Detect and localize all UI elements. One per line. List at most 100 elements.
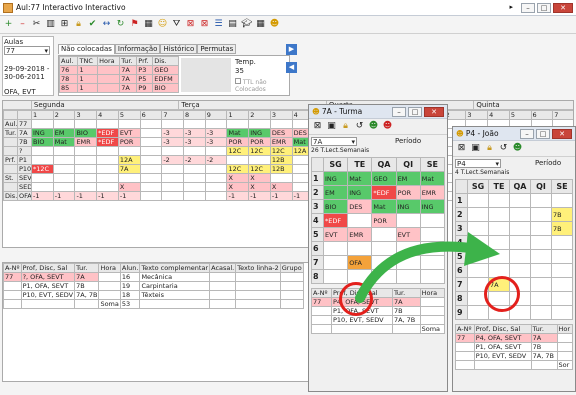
schedule-cell[interactable] [74, 146, 98, 156]
schedule-cell[interactable] [226, 119, 250, 129]
schedule-cell[interactable]: ING [322, 171, 349, 186]
schedule-cell[interactable] [139, 155, 163, 165]
schedule-cell[interactable]: EM [395, 171, 421, 186]
schedule-cell[interactable] [74, 173, 98, 183]
tab-historico[interactable]: Histórico [160, 44, 198, 54]
schedule-cell[interactable]: -2 [183, 155, 206, 165]
schedule-cell[interactable]: POR [248, 137, 271, 147]
schedule-cell[interactable] [74, 164, 98, 174]
schedule-cell[interactable]: BIO [31, 137, 54, 147]
schedule-cell[interactable]: 7A [117, 164, 141, 174]
schedule-cell[interactable] [31, 173, 54, 183]
schedule-cell[interactable]: 12A [117, 155, 141, 165]
x-grid-icon[interactable]: ⊠ [185, 19, 196, 30]
people-icon[interactable]: ☻ [269, 19, 280, 30]
schedule-cell[interactable] [509, 249, 531, 264]
schedule-cell[interactable]: 12C [248, 146, 271, 156]
table-row[interactable]: 78 1 7A P5 EDFM [59, 74, 179, 84]
turma-select[interactable]: 7A ▾ [311, 137, 357, 146]
nav-next-button[interactable]: ▶ [286, 44, 297, 55]
schedule-cell[interactable] [139, 137, 163, 147]
schedule-cell[interactable]: ING [395, 199, 421, 214]
smiley-icon[interactable]: ☺ [157, 19, 168, 30]
schedule-cell[interactable]: Mat [371, 199, 397, 214]
schedule-cell[interactable] [183, 191, 206, 201]
table-row[interactable]: Sor [455, 360, 574, 370]
schedule-cell[interactable]: ING [419, 199, 446, 214]
cut-icon[interactable]: ✂ [31, 19, 42, 30]
schedule-cell[interactable]: POR [226, 137, 250, 147]
schedule-cell[interactable]: POR [117, 137, 141, 147]
grid-icon[interactable]: ⊞ [59, 19, 70, 30]
schedule-cell[interactable] [96, 173, 119, 183]
schedule-cell[interactable]: SEVT [17, 173, 32, 183]
table-row[interactable]: P10, EVT, SEDV 7A, 7B [311, 315, 446, 325]
schedule-cell[interactable] [31, 182, 54, 192]
schedule-cell[interactable]: 77 [17, 119, 32, 129]
chart-icon[interactable]: ▣ [470, 143, 481, 154]
schedule-cell[interactable] [530, 249, 552, 264]
schedule-cell[interactable]: -3 [161, 137, 185, 147]
schedule-cell[interactable] [183, 146, 206, 156]
undo-icon[interactable]: ↺ [498, 143, 509, 154]
maximize-button[interactable]: □ [408, 106, 422, 117]
schedule-cell[interactable]: Mat [52, 137, 76, 147]
schedule-cell[interactable] [248, 155, 271, 165]
tab-nao-colocadas[interactable]: Não colocadas [58, 44, 115, 54]
schedule-cell[interactable] [488, 193, 510, 208]
refresh-icon[interactable]: ↻ [115, 19, 126, 30]
schedule-cell[interactable] [530, 193, 552, 208]
schedule-cell[interactable]: -3 [204, 128, 228, 138]
schedule-cell[interactable]: -1 [117, 191, 141, 201]
schedule-cell[interactable]: X [248, 182, 271, 192]
schedule-cell[interactable] [204, 119, 228, 129]
schedule-cell[interactable]: -1 [96, 191, 119, 201]
funnel-icon[interactable]: ⛛ [171, 19, 182, 30]
schedule-cell[interactable]: Mat [226, 128, 250, 138]
bars-icon[interactable]: ▤ [227, 19, 238, 30]
schedule-cell[interactable]: *EDF [96, 137, 119, 147]
schedule-cell[interactable] [161, 191, 185, 201]
schedule-cell[interactable] [52, 155, 76, 165]
x-grid2-icon[interactable]: ⊠ [199, 19, 210, 30]
schedule-cell[interactable] [530, 277, 552, 292]
schedule-cell[interactable] [467, 193, 489, 208]
schedule-cell[interactable] [31, 146, 54, 156]
schedule-cell[interactable]: EM [52, 128, 76, 138]
schedule-cell[interactable]: -1 [248, 191, 271, 201]
schedule-cell[interactable] [551, 263, 573, 278]
table-row[interactable]: P10, EVT, SEDV 7A, 7B 18 Têxteis [3, 290, 304, 300]
minimize-button[interactable]: – [392, 106, 406, 117]
schedule-cell[interactable] [183, 164, 206, 174]
schedule-cell[interactable] [322, 269, 349, 284]
schedule-cell[interactable] [96, 146, 119, 156]
grid-icon[interactable]: ⊠ [312, 121, 323, 132]
schedule-cell[interactable]: -1 [74, 191, 98, 201]
schedule-cell[interactable] [117, 146, 141, 156]
table-row[interactable]: 77 P4, OFA, SEVT 7A [455, 333, 574, 343]
schedule-cell[interactable]: X [117, 182, 141, 192]
table-row[interactable]: Soma 53 [3, 299, 304, 309]
schedule-cell[interactable] [96, 155, 119, 165]
schedule-cell[interactable] [509, 207, 531, 222]
table-row[interactable]: P10, EVT, SEDV 7A, 7B [455, 351, 574, 361]
schedule-cell[interactable] [117, 173, 141, 183]
schedule-cell[interactable]: -1 [269, 191, 293, 201]
schedule-cell[interactable] [139, 182, 163, 192]
schedule-cell[interactable] [52, 182, 76, 192]
schedule-cell[interactable]: *EDF [371, 185, 397, 200]
add-icon[interactable]: + [3, 19, 14, 30]
schedule-cell[interactable]: -1 [226, 191, 250, 201]
schedule-cell[interactable]: 7B [551, 207, 573, 222]
schedule-cell[interactable]: ING [347, 185, 373, 200]
schedule-cell[interactable] [509, 235, 531, 250]
schedule-cell[interactable]: Mat [347, 171, 373, 186]
table-row[interactable]: 85 1 7A P9 BIO [59, 83, 179, 93]
grid-small-icon[interactable]: ▦ [255, 19, 266, 30]
nav-prev-button[interactable]: ◀ [286, 62, 297, 73]
schedule-cell[interactable]: 7A [17, 128, 32, 138]
ttl-checkbox[interactable]: TTL não Colocados [235, 78, 287, 93]
schedule-cell[interactable] [96, 119, 119, 129]
schedule-cell[interactable] [139, 146, 163, 156]
schedule-cell[interactable]: DES [347, 199, 373, 214]
